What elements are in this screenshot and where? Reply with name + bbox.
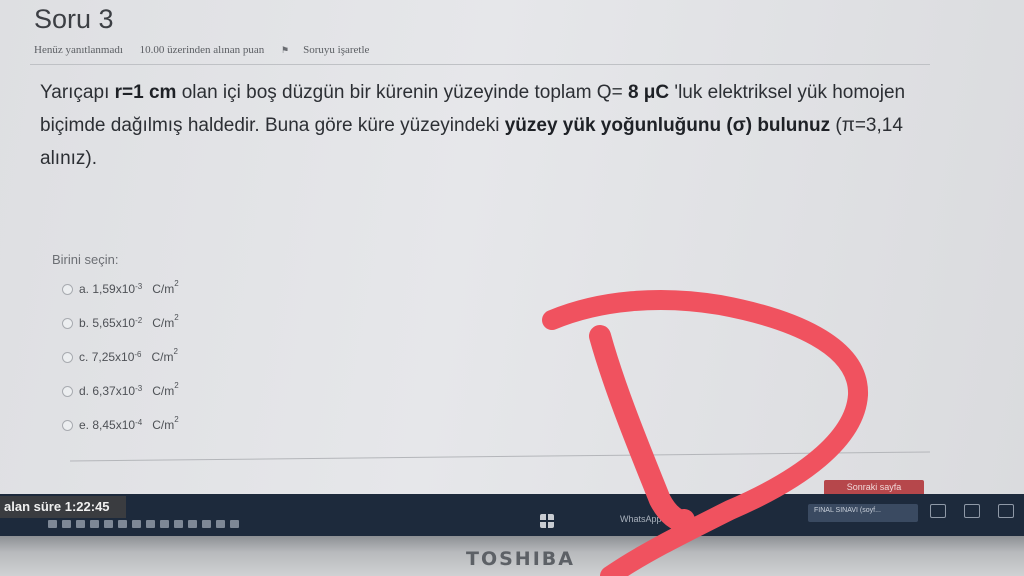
flag-question-link[interactable]: ⚑ Soruyu işaretle	[281, 44, 383, 56]
radio-button[interactable]	[62, 351, 73, 363]
tray-icon[interactable]	[48, 520, 57, 528]
tray-icon[interactable]	[174, 520, 183, 528]
taskbar-whatsapp[interactable]: WhatsApp	[620, 514, 662, 524]
question-text-radius: r=1 cm	[114, 82, 177, 103]
option-a[interactable]: a. 1,59x10 -3 C/m2	[62, 278, 179, 300]
answer-prompt: Birini seçin:	[52, 252, 119, 267]
tray-icons	[48, 520, 239, 528]
option-unit-exponent: 2	[174, 415, 179, 424]
question-text-target: yüzey yük yoğunluğunu (σ) bulunuz	[504, 115, 831, 136]
option-mantissa: 6,37x10	[92, 384, 136, 398]
question-text-part2: olan içi boş düzgün bir kürenin yüzeyind…	[176, 82, 628, 103]
flag-label: Soruyu işaretle	[303, 44, 370, 56]
tray-icon[interactable]	[160, 520, 169, 528]
tray-icon[interactable]	[202, 520, 211, 528]
option-letter: b.	[79, 316, 90, 330]
option-unit: C/m	[152, 282, 175, 296]
option-unit: C/m	[152, 316, 175, 330]
tray-icon[interactable]	[146, 520, 155, 528]
taskbar: WhatsApp FINAL SINAVI (soyf...	[0, 494, 1024, 536]
option-exponent: -3	[135, 383, 143, 393]
option-mantissa: 1,59x10	[92, 282, 136, 296]
tray-icon[interactable]	[90, 520, 99, 528]
question-points: 10.00 üzerinden alınan puan	[139, 44, 265, 56]
option-letter: e.	[79, 418, 90, 432]
option-exponent: -2	[135, 315, 143, 325]
answer-options: a. 1,59x10 -3 C/m2 b. 5,65x10 -2 C/m2 c. 7…	[62, 278, 179, 448]
question-text: Yarıçapı r=1 cm olan içi boş düzgün bir …	[40, 76, 940, 175]
tray-icon[interactable]	[118, 520, 127, 528]
option-mantissa: 5,65x10	[92, 316, 136, 330]
divider	[70, 451, 930, 462]
option-unit-exponent: 2	[173, 347, 178, 356]
radio-button[interactable]	[62, 385, 73, 397]
option-unit: C/m	[151, 350, 174, 364]
question-text-charge: 8 μC	[627, 82, 670, 103]
radio-button[interactable]	[62, 317, 73, 329]
option-unit-exponent: 2	[174, 313, 179, 322]
tray-icon[interactable]	[132, 520, 141, 528]
option-letter: c.	[79, 350, 89, 364]
screen: Soru 3 Henüz yanıtlanmadı 10.00 üzerinde…	[0, 0, 1024, 500]
timer-label: alan süre	[4, 499, 62, 514]
divider	[30, 64, 930, 65]
tray-icon[interactable]	[104, 520, 113, 528]
question-text-part1: Yarıçapı	[40, 82, 115, 103]
option-exponent: -3	[135, 281, 143, 291]
timer-value: 1:22:45	[64, 499, 110, 514]
tray-icon[interactable]	[62, 520, 71, 528]
flag-icon: ⚑	[281, 45, 290, 55]
radio-button[interactable]	[62, 419, 73, 431]
tray-icon[interactable]	[188, 520, 197, 528]
search-icon[interactable]	[964, 504, 980, 518]
tray-icon[interactable]	[76, 520, 85, 528]
option-e[interactable]: e. 8,45x10 -4 C/m2	[62, 414, 179, 436]
option-unit: C/m	[152, 418, 175, 432]
option-exponent: -4	[135, 417, 143, 427]
tray-icon[interactable]	[230, 520, 239, 528]
option-unit-exponent: 2	[174, 279, 179, 288]
option-mantissa: 8,45x10	[92, 418, 136, 432]
question-title: Soru 3	[34, 4, 114, 34]
option-b[interactable]: b. 5,65x10 -2 C/m2	[62, 312, 179, 334]
option-letter: a.	[79, 282, 90, 296]
radio-button[interactable]	[62, 283, 73, 295]
task-view-icon[interactable]	[930, 504, 946, 518]
taskbar-right-icons	[930, 504, 1014, 518]
windows-icon[interactable]	[998, 504, 1014, 518]
taskbar-app-label[interactable]: FINAL SINAVI (soyf...	[814, 507, 881, 514]
option-d[interactable]: d. 6,37x10 -3 C/m2	[62, 380, 179, 402]
option-exponent: -6	[134, 349, 142, 359]
timer: alan süre 1:22:45	[0, 496, 126, 518]
windows-start-icon[interactable]	[540, 514, 554, 528]
question-status: Henüz yanıtlanmadı	[34, 44, 123, 56]
option-letter: d.	[79, 384, 90, 398]
option-mantissa: 7,25x10	[91, 350, 135, 364]
laptop-brand: TOSHIBA	[466, 548, 575, 570]
option-unit: C/m	[152, 384, 175, 398]
tray-icon[interactable]	[216, 520, 225, 528]
question-meta: Henüz yanıtlanmadı 10.00 üzerinden alına…	[34, 44, 397, 56]
option-unit-exponent: 2	[174, 381, 179, 390]
option-c[interactable]: c. 7,25x10 -6 C/m2	[62, 346, 179, 368]
